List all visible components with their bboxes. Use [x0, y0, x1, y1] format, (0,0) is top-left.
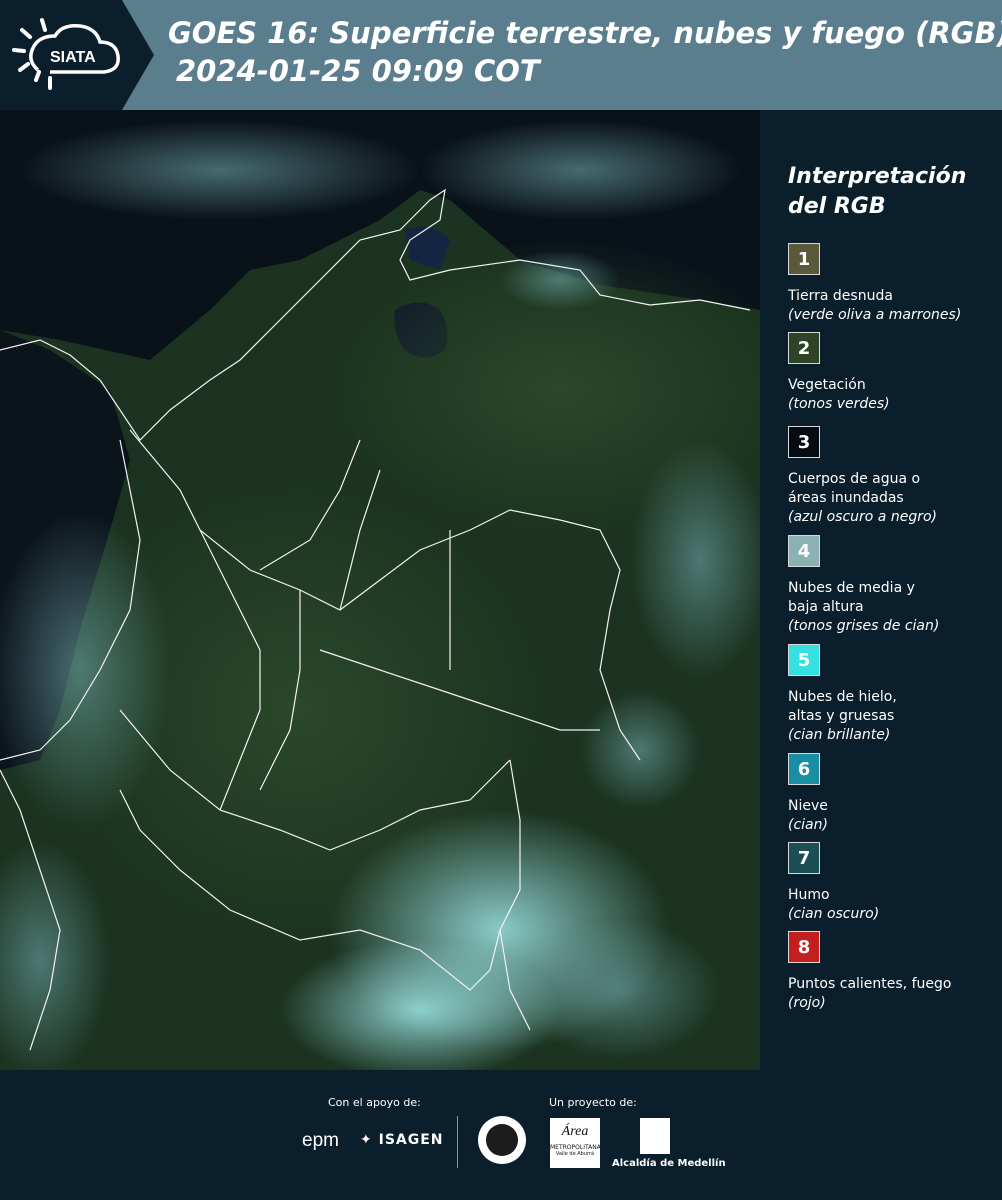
legend-item: 1 Tierra desnuda (verde oliva a marrones) [788, 243, 998, 325]
legend-title: Interpretación del RGB [788, 164, 967, 219]
title-line-1: GOES 16: Superficie terrestre, nubes y f… [168, 16, 1002, 50]
legend-item: 3 Cuerpos de agua o áreas inundadas (azul … [788, 426, 998, 527]
legend-panel: Interpretación del RGB 1 Tierra desnuda (v… [760, 110, 1002, 1070]
legend-item-label: Nubes de hielo, altas y gruesas [788, 689, 897, 724]
legend-item-sub: (cian) [788, 817, 828, 833]
legend-item-label: Humo [788, 887, 830, 903]
legend-item-sub: (cian brillante) [788, 727, 891, 743]
area-word: Área [561, 1124, 589, 1139]
legend-item-sub: (azul oscuro a negro) [788, 509, 937, 525]
legend-item-sub: (verde oliva a marrones) [788, 307, 962, 323]
project-label: Un proyecto de: [549, 1096, 637, 1109]
legend-swatch: 4 [788, 535, 820, 567]
legend-item-label: Nubes de media y baja altura [788, 580, 915, 615]
support-label: Con el apoyo de: [328, 1096, 421, 1109]
legend-item-sub: (rojo) [788, 995, 826, 1011]
satellite-map [0, 110, 760, 1070]
area-sub2: Valle de Aburrá [555, 1151, 595, 1157]
legend-swatch: 7 [788, 842, 820, 874]
legend-swatch: 2 [788, 332, 820, 364]
header: SIATA GOES 16: Superficie terrestre, nub… [0, 0, 1002, 110]
isagen-logo: ✦ ISAGEN [360, 1132, 444, 1148]
legend-swatch: 3 [788, 426, 820, 458]
legend-swatch: 6 [788, 753, 820, 785]
legend-item: 5 Nubes de hielo, altas y gruesas (cian br… [788, 644, 998, 745]
legend-swatch: 5 [788, 644, 820, 676]
legend-item: 4 Nubes de media y baja altura (tonos gris… [788, 535, 998, 636]
area-metropolitana-logo: Área METROPOLITANA Valle de Aburrá [550, 1118, 601, 1168]
legend-swatch: 8 [788, 931, 820, 963]
legend-swatch: 1 [788, 243, 820, 275]
legend-item-label: Vegetación [788, 377, 866, 393]
page-title: GOES 16: Superficie terrestre, nubes y f… [168, 14, 1002, 90]
siata-logo-text: SIATA [50, 49, 96, 66]
legend-item-label: Cuerpos de agua o áreas inundadas [788, 471, 921, 506]
alcaldia-text: Alcaldía de Medellín [612, 1158, 726, 1169]
legend-item-label: Nieve [788, 798, 828, 814]
footer: Con el apoyo de: Un proyecto de: epm ✦ I… [0, 1070, 1002, 1200]
alcaldia-shield-icon [640, 1118, 670, 1154]
legend-item-sub: (cian oscuro) [788, 906, 880, 922]
legend-item-sub: (tonos grises de cian) [788, 618, 940, 634]
epm-logo: epm [302, 1130, 339, 1151]
title-line-2: 2024-01-25 09:09 COT [176, 54, 540, 88]
medellin-seal-icon [478, 1116, 526, 1164]
isagen-icon: ✦ [360, 1132, 373, 1148]
legend-item-label: Puntos calientes, fuego [788, 976, 952, 992]
legend-item: 8 Puntos calientes, fuego (rojo) [788, 931, 998, 1013]
legend-item: 2 Vegetación (tonos verdes) [788, 332, 998, 414]
legend-item: 7 Humo (cian oscuro) [788, 842, 998, 924]
siata-logo: SIATA [0, 0, 150, 110]
isagen-text: ISAGEN [378, 1132, 444, 1148]
area-sub: METROPOLITANA [550, 1144, 601, 1151]
legend-item-label: Tierra desnuda [788, 288, 893, 304]
legend-item-sub: (tonos verdes) [788, 396, 890, 412]
footer-divider [457, 1116, 458, 1168]
legend-item: 6 Nieve (cian) [788, 753, 998, 835]
